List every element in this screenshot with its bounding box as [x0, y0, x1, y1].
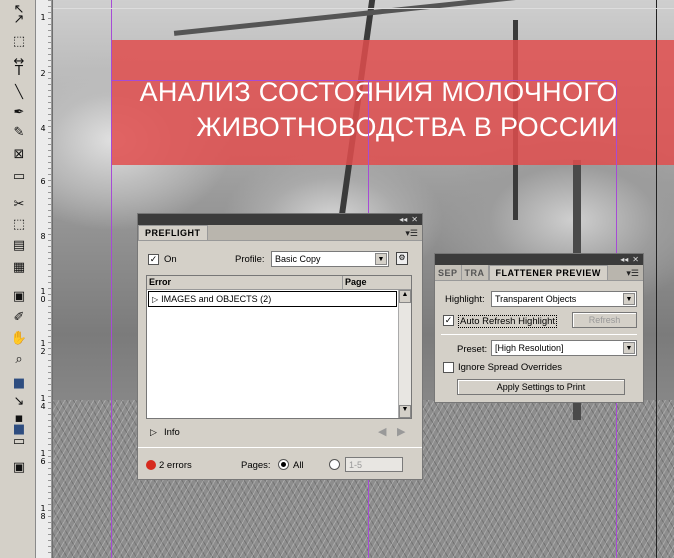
collapse-icon[interactable]: ◂◂ [399, 215, 407, 224]
ruler-number: 1 4 [40, 394, 46, 411]
panel-menu-icon[interactable]: ▾☰ [405, 228, 418, 239]
tab-preflight[interactable]: PREFLIGHT [138, 225, 208, 240]
error-count[interactable]: 2 errors [159, 460, 192, 471]
line-tool-icon[interactable]: ╲ [9, 83, 29, 101]
panel-divider [138, 447, 422, 448]
chevron-down-icon: ▼ [623, 293, 635, 305]
chevron-down-icon: ▼ [623, 342, 635, 354]
tab-flattener-preview[interactable]: FLATTENER PREVIEW [488, 265, 608, 280]
gradient-tool-icon[interactable]: ▤ [9, 236, 29, 254]
ruler-number: 1 0 [40, 287, 46, 304]
scissors-tool-icon[interactable]: ✂ [9, 195, 29, 213]
col-page[interactable]: Page [343, 276, 399, 289]
expand-triangle-icon[interactable]: ▷ [149, 295, 161, 304]
col-error[interactable]: Error [147, 276, 343, 289]
ruler-number: 1 2 [40, 339, 46, 356]
pages-all-radio[interactable] [278, 459, 289, 470]
document-title: АНАЛИЗ СОСТОЯНИЯ МОЛОЧНОГО ЖИВОТНОВОДСТВ… [113, 75, 618, 145]
flattener-preview-panel: ◂◂ ✕ SEP TRA FLATTENER PREVIEW ▾☰ Highlig… [434, 253, 644, 403]
close-icon[interactable]: ✕ [632, 255, 639, 264]
refresh-button[interactable]: Refresh [572, 312, 637, 328]
pen-tool-icon[interactable]: ✒ [9, 103, 29, 121]
ruler-number: 6 [40, 177, 46, 186]
page-tool-icon[interactable]: ⬚ [9, 32, 29, 50]
title-line-2: ЖИВОТНОВОДСТВА В РОССИИ [196, 112, 618, 142]
error-list[interactable]: Error Page ▷ IMAGES and OBJECTS (2) ▲ ▼ [146, 275, 412, 419]
tools-panel: ↖ ↗ ⬚ ↔ T ╲ ✒ ✎ ⊠ ▭ ✂ ⬚ ▤ ▦ ▣ ✐ ✋ ⌕ ■ ↘ ▪ ■ ▭ ▣ [0, 0, 36, 558]
page-edge [656, 0, 657, 558]
preset-value: [High Resolution] [495, 343, 564, 353]
type-tool-icon[interactable]: T [9, 62, 29, 80]
auto-refresh-checkbox[interactable]: ✓ [443, 315, 454, 326]
profile-value: Basic Copy [275, 254, 321, 264]
ruler-number: 1 [40, 13, 46, 22]
direct-select-tool-icon[interactable]: ↗ [9, 10, 29, 28]
table-row[interactable]: ▷ IMAGES and OBJECTS (2) [148, 291, 397, 307]
ruler-number: 1 6 [40, 449, 46, 466]
tab-separations[interactable]: SEP [435, 265, 462, 280]
error-row-label: IMAGES and OBJECTS (2) [161, 294, 272, 304]
scroll-up-icon[interactable]: ▲ [399, 290, 411, 303]
ruler-number: 2 [40, 69, 46, 78]
rectangle-tool-icon[interactable]: ▭ [9, 167, 29, 185]
note-tool-icon[interactable]: ▣ [9, 287, 29, 305]
preset-dropdown[interactable]: [High Resolution] ▼ [491, 340, 637, 356]
scroll-down-icon[interactable]: ▼ [399, 405, 411, 418]
close-icon[interactable]: ✕ [411, 215, 418, 224]
page-range-placeholder: 1-5 [349, 459, 363, 470]
ignore-overrides-checkbox[interactable] [443, 362, 454, 373]
screen-mode-icon[interactable]: ▣ [9, 458, 29, 476]
on-label: On [164, 254, 177, 265]
panel-divider [441, 334, 637, 335]
preflight-panel: ◂◂ ✕ PREFLIGHT ▾☰ ✓ On Profile: Basic Cop… [137, 213, 423, 480]
highlight-label: Highlight: [445, 294, 485, 305]
free-transform-tool-icon[interactable]: ⬚ [9, 215, 29, 233]
pages-range-radio[interactable] [329, 459, 340, 470]
ignore-overrides-label: Ignore Spread Overrides [458, 362, 563, 373]
next-arrow-icon[interactable]: ▶ [397, 425, 405, 438]
highlight-dropdown[interactable]: Transparent Objects ▼ [491, 291, 637, 307]
margin-guide [111, 80, 617, 81]
normal-view-mode-icon[interactable]: ▭ [9, 432, 29, 450]
info-label[interactable]: Info [164, 427, 180, 438]
preset-label: Preset: [457, 344, 488, 355]
highlight-value: Transparent Objects [495, 294, 577, 304]
rectangle-frame-tool-icon[interactable]: ⊠ [9, 145, 29, 163]
chevron-down-icon: ▼ [375, 253, 387, 265]
define-profiles-icon[interactable]: ⚙ [396, 252, 408, 265]
auto-refresh-label: Auto Refresh Highlight [458, 315, 558, 328]
ruler-number: 8 [40, 232, 46, 241]
collapse-icon[interactable]: ◂◂ [620, 255, 628, 264]
page-range-field[interactable]: 1-5 [345, 457, 403, 472]
ruler-number: 4 [40, 124, 46, 133]
ruler-number: 1 8 [40, 504, 46, 521]
status-error-icon [146, 460, 156, 470]
preflight-on-checkbox[interactable]: ✓ [148, 254, 159, 265]
info-expand-icon[interactable]: ▷ [150, 427, 157, 438]
panel-titlebar[interactable]: ◂◂ ✕ [138, 214, 422, 225]
hand-tool-icon[interactable]: ✋ [9, 329, 29, 347]
list-scrollbar[interactable]: ▲ ▼ [398, 290, 411, 418]
vertical-ruler[interactable] [36, 0, 52, 558]
margin-guide [111, 0, 112, 558]
panel-titlebar[interactable]: ◂◂ ✕ [435, 254, 643, 265]
prev-arrow-icon[interactable]: ◀ [378, 425, 386, 438]
profile-dropdown[interactable]: Basic Copy ▼ [271, 251, 389, 267]
pencil-tool-icon[interactable]: ✎ [9, 123, 29, 141]
fill-stroke-swatch-icon[interactable]: ■ [9, 374, 29, 392]
eyedropper-tool-icon[interactable]: ✐ [9, 308, 29, 326]
all-label: All [293, 460, 304, 471]
swap-colors-icon[interactable]: ↘ [9, 392, 29, 410]
zoom-tool-icon[interactable]: ⌕ [9, 350, 29, 368]
tab-trap-presets[interactable]: TRA [461, 265, 489, 280]
bleed-guide [53, 8, 674, 9]
panel-menu-icon[interactable]: ▾☰ [626, 268, 639, 279]
gradient-feather-tool-icon[interactable]: ▦ [9, 258, 29, 276]
apply-settings-button[interactable]: Apply Settings to Print [457, 379, 625, 395]
profile-label: Profile: [235, 254, 265, 265]
pages-label: Pages: [241, 460, 271, 471]
